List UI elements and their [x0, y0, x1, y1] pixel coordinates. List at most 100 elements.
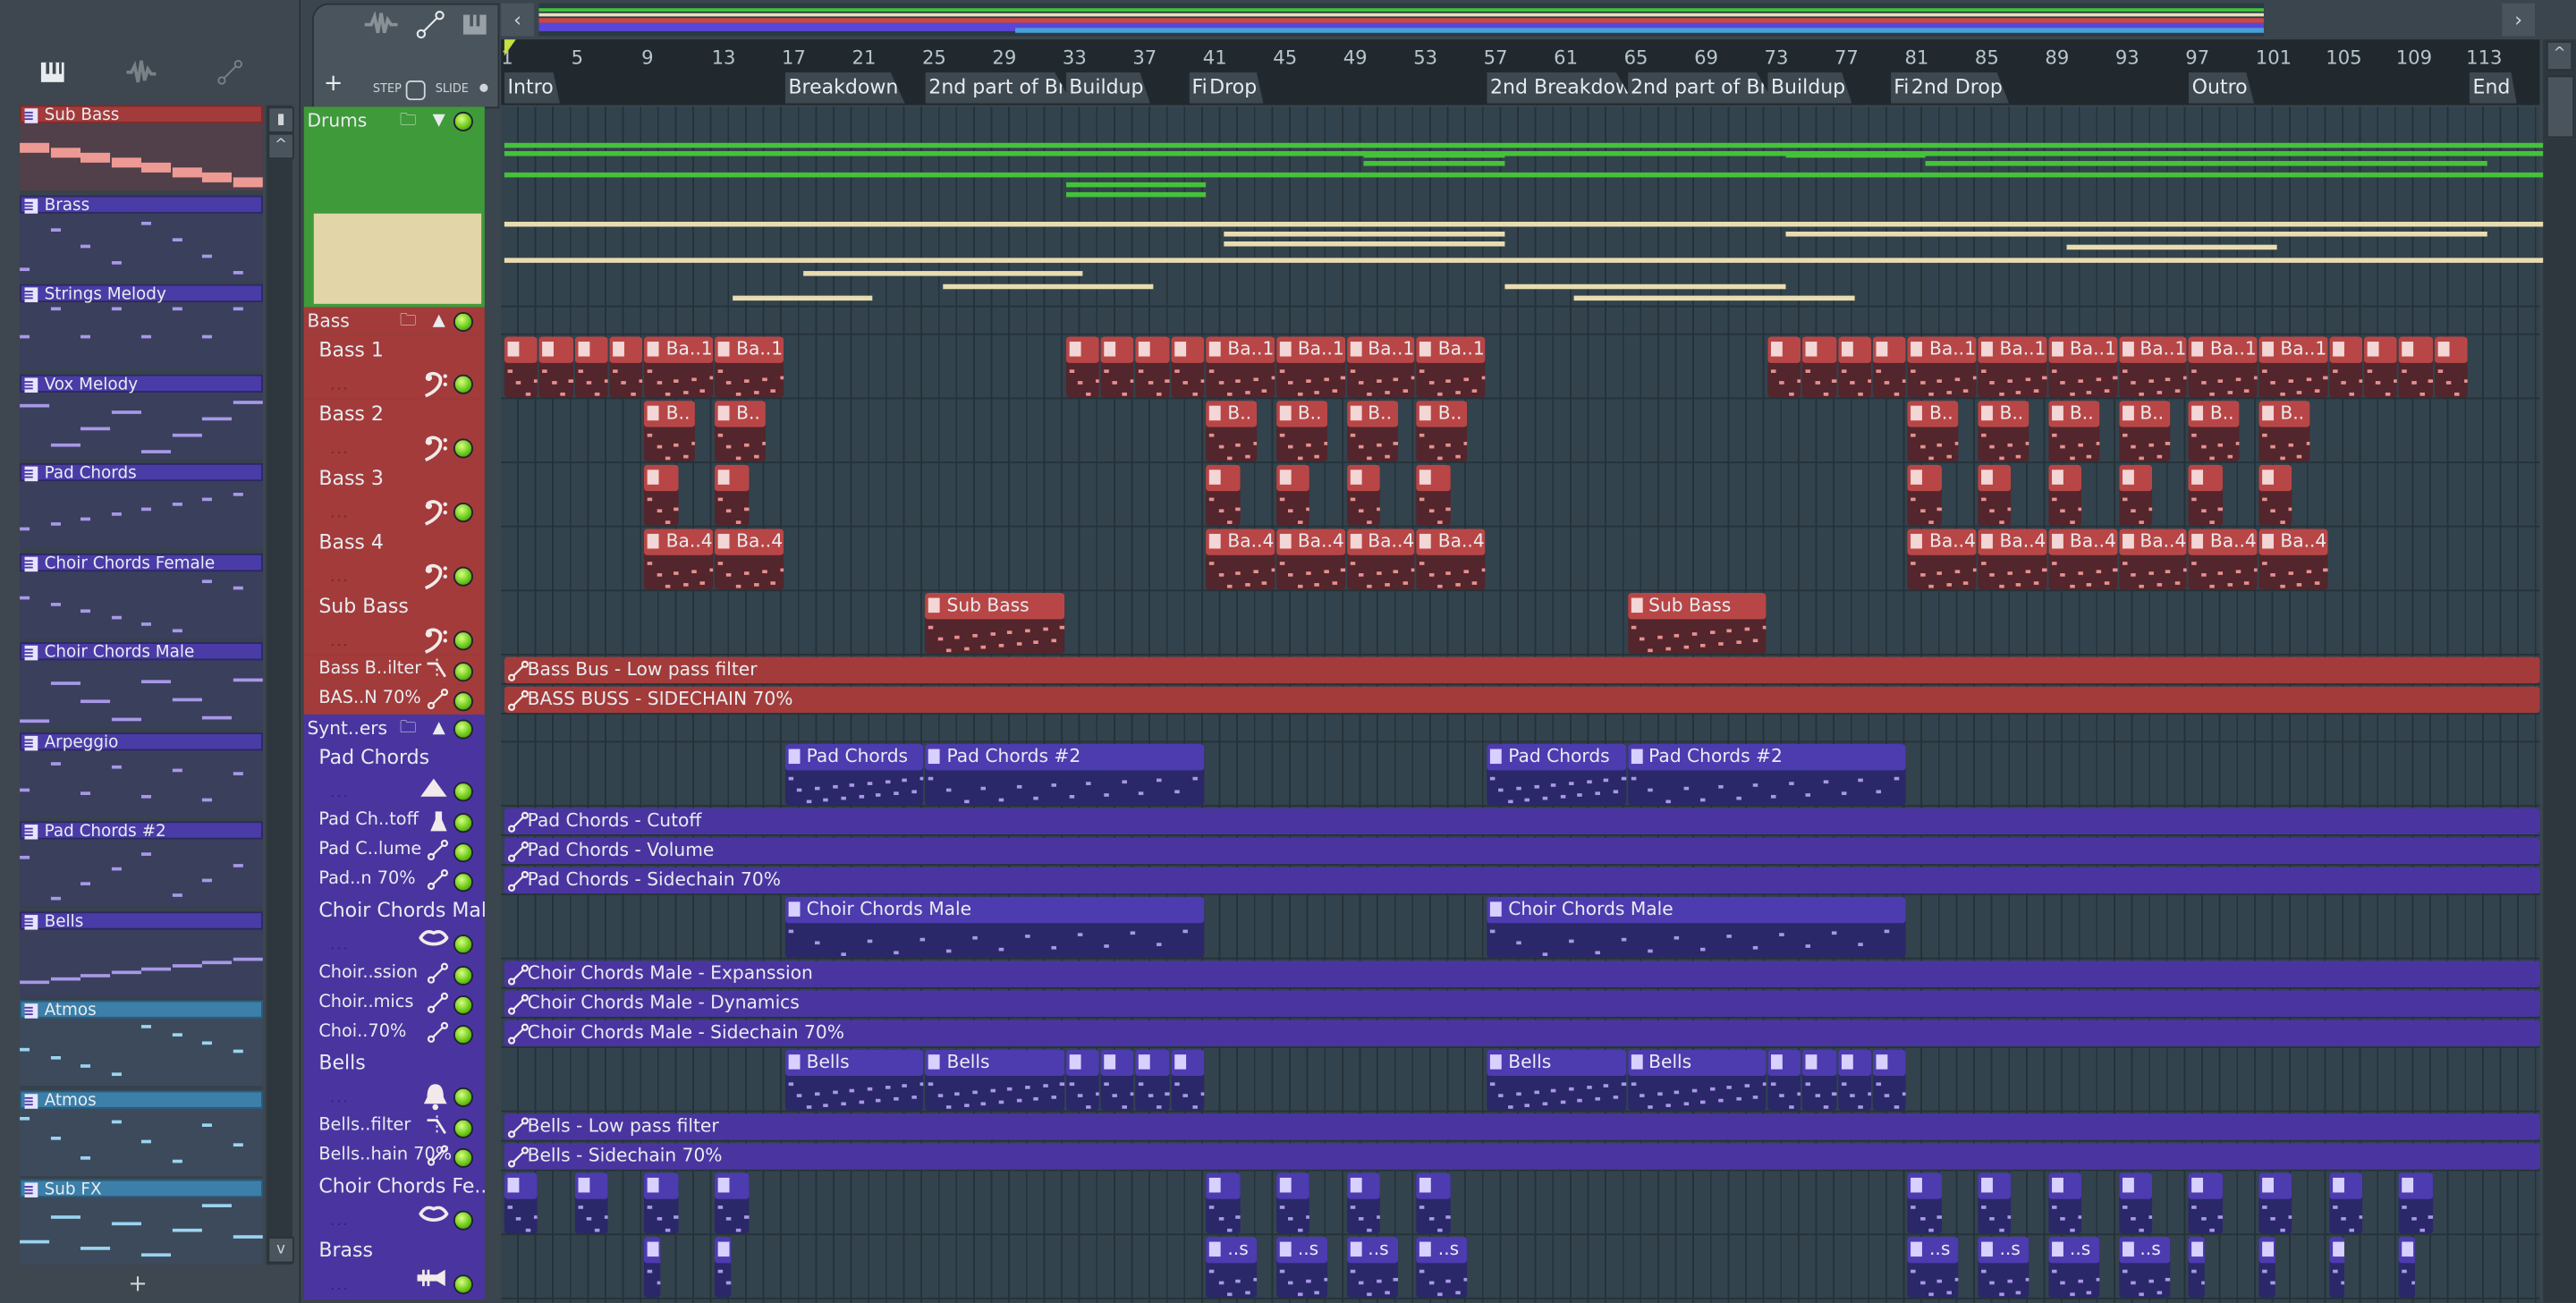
track-header[interactable]: Synt..ers 🗀 ▲ [303, 714, 485, 743]
pattern-clip[interactable]: Ba..4 [1908, 529, 1977, 590]
track-mute-led[interactable] [453, 1210, 473, 1231]
automation-clip[interactable]: Pad Chords - Sidechain 70% [504, 867, 2540, 894]
automation-clip[interactable]: BASS BUSS - SIDECHAIN 70% [504, 686, 2540, 714]
track-name[interactable]: Bass B..ilter [318, 659, 421, 679]
pattern-clip[interactable]: B.. [1206, 401, 1258, 462]
bar-number[interactable]: 69 [1694, 46, 1718, 69]
automation-icon[interactable] [210, 59, 250, 98]
pattern-clip[interactable] [2118, 1172, 2152, 1234]
pattern-clip[interactable]: ..s [1275, 1237, 1327, 1298]
pattern-clip[interactable] [1872, 1049, 1907, 1111]
track-header[interactable]: Bass 4... [303, 527, 485, 592]
track-mute-led[interactable] [453, 374, 473, 394]
pattern-clip[interactable] [1872, 336, 1907, 398]
pattern-header[interactable]: Arpeggio [20, 732, 263, 751]
pattern-clip[interactable] [2328, 1172, 2363, 1234]
add-pattern-button[interactable]: + [128, 1272, 148, 1298]
pattern-clip[interactable]: Ba..1 [2258, 336, 2328, 398]
pattern-clip[interactable] [2364, 336, 2398, 398]
pattern-clip[interactable]: ..s [1206, 1237, 1258, 1298]
pattern-clip[interactable]: B.. [2188, 401, 2240, 462]
pattern-clip[interactable]: Ba..4 [2258, 529, 2328, 590]
pattern-clip[interactable] [1275, 464, 1310, 526]
bar-number[interactable]: 65 [1624, 46, 1648, 69]
bar-number[interactable]: 73 [1765, 46, 1789, 69]
pattern-clip[interactable] [715, 1237, 732, 1298]
pattern-clip[interactable] [1416, 464, 1451, 526]
pattern-item[interactable]: Vox Melody [20, 373, 263, 460]
pattern-item[interactable]: Pad Chords #2 [20, 821, 263, 907]
pattern-clip[interactable] [2118, 464, 2152, 526]
track-header[interactable]: Brass... [303, 1235, 485, 1299]
scroll-up-button[interactable]: ^ [267, 132, 294, 160]
pattern-item[interactable]: Strings Melody [20, 283, 263, 370]
track-options[interactable]: ... [330, 634, 349, 650]
automation-clip[interactable]: Bells - Low pass filter [504, 1113, 2540, 1140]
pattern-clip[interactable] [2399, 336, 2433, 398]
track-header[interactable]: Bass 🗀 ▲ [303, 307, 485, 335]
pattern-clip[interactable]: Ba..1 [715, 336, 784, 398]
audio-clip-icon[interactable] [363, 10, 399, 45]
pattern-item[interactable]: Choir Chords Male [20, 642, 263, 728]
folder-icon[interactable]: 🗀 [400, 112, 416, 130]
track-name[interactable]: Choir..ssion [318, 962, 418, 982]
pattern-clip[interactable] [574, 1172, 608, 1234]
pattern-clip[interactable]: Ba..1 [2048, 336, 2117, 398]
pattern-clip[interactable] [1136, 336, 1170, 398]
track-header[interactable]: Choir Chords Fe..... [303, 1171, 485, 1236]
pattern-clip[interactable] [1100, 1049, 1135, 1111]
pattern-header[interactable]: Atmos [20, 1089, 263, 1110]
automation-clip[interactable]: Pad Chords - Cutoff [504, 808, 2540, 835]
pattern-clip[interactable]: Ba..1 [644, 336, 714, 398]
track-name[interactable]: Bass 4 [318, 530, 384, 554]
pattern-clip[interactable] [2258, 464, 2292, 526]
track-options[interactable]: ... [330, 1091, 349, 1107]
pattern-clip[interactable] [1978, 1172, 2012, 1234]
track-name[interactable]: Choir Chords Fe.. [318, 1174, 485, 1197]
pattern-item[interactable]: Pad Chords [20, 462, 263, 549]
track-header[interactable]: Pad C..lume [303, 835, 485, 866]
pattern-clip[interactable]: Ba..4 [1416, 529, 1486, 590]
track-name[interactable]: Synt..ers [307, 718, 387, 740]
track-options[interactable]: ... [330, 377, 349, 393]
pattern-clip[interactable] [1275, 1172, 1310, 1234]
pattern-clip[interactable] [2048, 1172, 2082, 1234]
track-mute-led[interactable] [453, 691, 473, 712]
track-name[interactable]: Bass 2 [318, 402, 384, 426]
track-header[interactable]: BAS..N 70% [303, 684, 485, 715]
pattern-clip[interactable] [2328, 1237, 2345, 1298]
pattern-header[interactable]: Sub FX [20, 1179, 263, 1199]
pattern-clip[interactable]: Choir Chords Male [1487, 896, 1907, 958]
scroll-thumb[interactable] [2546, 75, 2575, 139]
track-mute-led[interactable] [453, 630, 473, 651]
bar-number[interactable]: 13 [712, 46, 736, 69]
pattern-header[interactable]: Atmos [20, 1000, 263, 1020]
track-mute-led[interactable] [453, 719, 473, 740]
pattern-clip[interactable] [1100, 336, 1135, 398]
pattern-clip[interactable] [2188, 1172, 2223, 1234]
pattern-clip[interactable]: Ba..1 [1206, 336, 1275, 398]
pattern-clip[interactable] [1978, 464, 2012, 526]
pattern-clip[interactable]: Ba..4 [1206, 529, 1275, 590]
bar-number[interactable]: 5 [572, 46, 583, 69]
pattern-clip[interactable] [2399, 1237, 2416, 1298]
pattern-clip[interactable] [609, 336, 643, 398]
pattern-clip[interactable] [1346, 464, 1380, 526]
pattern-clip[interactable] [644, 1172, 679, 1234]
pattern-clip[interactable] [574, 336, 608, 398]
track-header[interactable]: Choir..ssion [303, 959, 485, 989]
section-marker[interactable]: 2nd part of Bre [925, 72, 1072, 104]
bar-number[interactable]: 37 [1132, 46, 1157, 69]
pattern-clip[interactable]: Ba..1 [1978, 336, 2047, 398]
pattern-clip[interactable] [2048, 464, 2082, 526]
pattern-item[interactable]: Brass [20, 194, 263, 281]
pattern-clip[interactable]: B.. [1908, 401, 1960, 462]
pattern-header[interactable]: Pad Chords #2 [20, 821, 263, 841]
track-options[interactable]: ... [330, 570, 349, 586]
pattern-clip[interactable]: Ba..4 [1346, 529, 1416, 590]
track-header[interactable]: Bass B..ilter [303, 655, 485, 685]
pattern-clip[interactable]: Ba..1 [1275, 336, 1345, 398]
collapse-arrow-icon[interactable]: ▲ [433, 719, 445, 737]
pattern-clip[interactable]: Bells [1487, 1049, 1626, 1111]
pattern-clip[interactable] [1802, 336, 1836, 398]
